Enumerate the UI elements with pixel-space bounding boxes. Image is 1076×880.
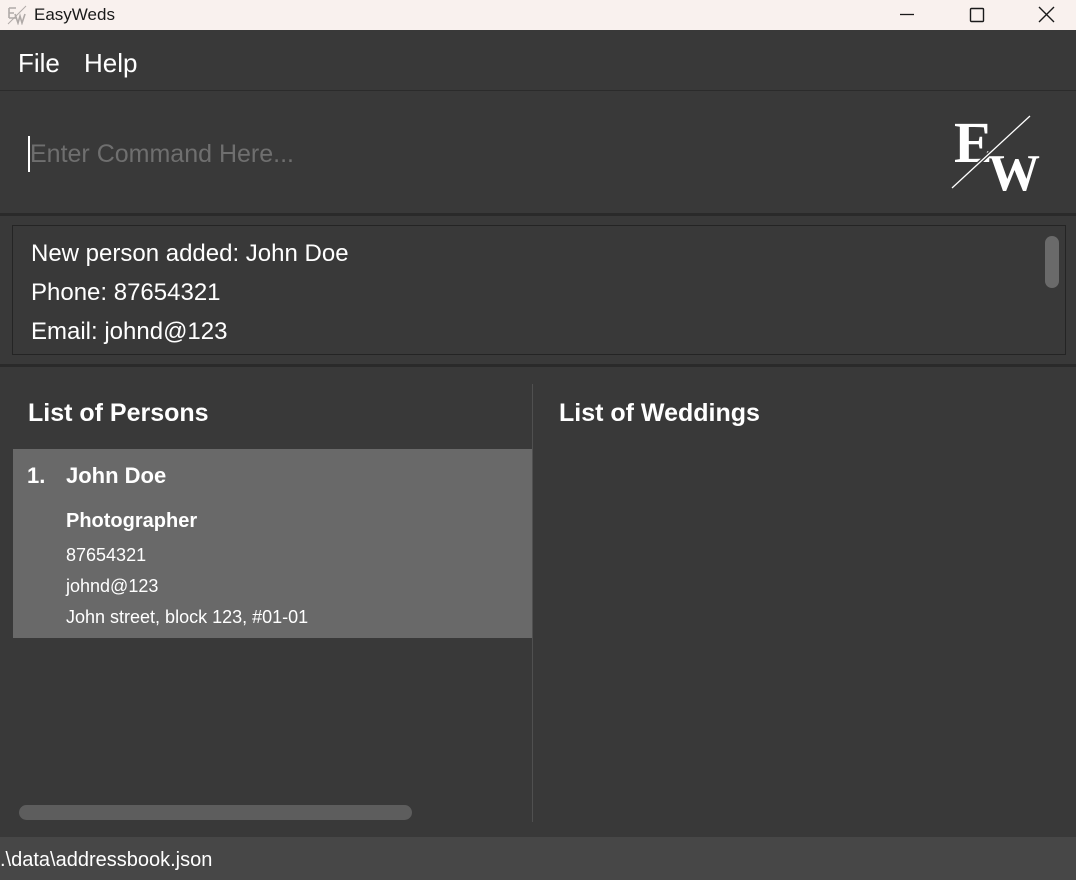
result-line: Email: johnd@123 — [31, 318, 228, 345]
result-line: New person added: John Doe — [31, 240, 349, 267]
menu-bar: File Help — [0, 37, 1076, 91]
logo-letter-w: W — [988, 145, 1040, 194]
save-location-path: .\data\addressbook.json — [0, 849, 213, 871]
easyweds-logo-icon — [7, 5, 27, 26]
window-titlebar: EasyWeds — [0, 0, 1076, 30]
persons-list-title: List of Persons — [28, 399, 209, 427]
easyweds-logo: E W — [948, 110, 1044, 202]
minimize-icon — [900, 13, 914, 16]
person-address: John street, block 123, #01-01 — [66, 607, 309, 627]
person-card[interactable]: 1. John Doe Photographer 87654321 johnd@… — [13, 449, 532, 638]
logo-letter-e: E — [954, 112, 993, 175]
person-email: johnd@123 — [66, 576, 159, 596]
result-line: Phone: 87654321 — [31, 279, 221, 306]
person-phone: 87654321 — [66, 545, 147, 565]
person-index: 1. — [27, 463, 46, 488]
window-title: EasyWeds — [34, 5, 115, 24]
menu-file[interactable]: File — [18, 48, 60, 78]
separator — [0, 213, 1076, 216]
result-scrollbar[interactable] — [1045, 236, 1059, 288]
close-button[interactable] — [1016, 0, 1076, 30]
close-icon — [1038, 6, 1055, 23]
status-bar: .\data\addressbook.json — [0, 837, 1076, 880]
person-role: Photographer — [66, 510, 198, 532]
panel-divider — [532, 384, 533, 822]
minimize-button[interactable] — [877, 0, 937, 30]
result-display: New person added: John Doe Phone: 876543… — [12, 225, 1066, 355]
persons-horizontal-scrollbar[interactable] — [19, 805, 412, 820]
weddings-list-title: List of Weddings — [559, 399, 760, 427]
separator — [0, 364, 1076, 367]
maximize-icon — [969, 7, 985, 23]
maximize-button[interactable] — [947, 0, 1007, 30]
menu-help[interactable]: Help — [84, 48, 137, 78]
person-name: John Doe — [66, 463, 167, 488]
command-input[interactable] — [30, 134, 910, 174]
